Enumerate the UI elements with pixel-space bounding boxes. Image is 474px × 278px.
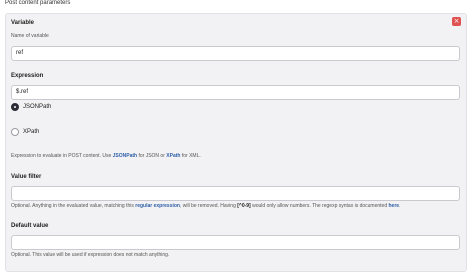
variable-help: Name of variable	[11, 33, 49, 39]
expression-help-text: Expression to evaluate in POST content. …	[11, 153, 113, 159]
regular-expression-link[interactable]: regular expression	[135, 203, 180, 209]
jsonpath-link[interactable]: JSONPath	[113, 153, 137, 159]
xpath-radio-label: XPath	[23, 129, 40, 135]
expression-input[interactable]: $.ref	[11, 85, 460, 100]
jsonpath-radio-label: JSONPath	[23, 104, 52, 110]
value-filter-help-mid2: would only allow numbers. The regexp syn…	[250, 203, 389, 209]
xpath-link[interactable]: XPath	[166, 153, 180, 159]
regex-example: [^0-9]	[237, 203, 251, 209]
default-value-input[interactable]	[11, 235, 460, 250]
jsonpath-radio[interactable]	[11, 103, 19, 111]
expression-help: Expression to evaluate in POST content. …	[11, 153, 201, 159]
section-title: Post content parameters	[5, 0, 71, 6]
default-value-label: Default value	[11, 223, 49, 229]
expression-label: Expression	[11, 73, 44, 79]
value-filter-help-mid: , will be removed. Having	[180, 203, 238, 209]
value-filter-label: Value filter	[11, 174, 42, 180]
value-filter-help-text: Optional. Anything in the evaluated valu…	[11, 203, 136, 209]
value-filter-help-suffix: .	[399, 203, 401, 209]
xpath-radio[interactable]	[11, 128, 19, 136]
regexp-docs-link[interactable]: here	[389, 203, 400, 209]
value-filter-help: Optional. Anything in the evaluated valu…	[11, 203, 400, 209]
variable-input[interactable]: ref	[11, 46, 460, 61]
value-filter-input[interactable]	[11, 186, 460, 201]
variable-label: Variable	[11, 20, 35, 26]
expression-help-mid: for JSON or	[137, 153, 167, 159]
default-value-help: Optional. This value will be used if exp…	[11, 252, 170, 258]
expression-help-suffix: for XML.	[180, 153, 201, 159]
close-icon[interactable]: ×	[452, 17, 461, 26]
